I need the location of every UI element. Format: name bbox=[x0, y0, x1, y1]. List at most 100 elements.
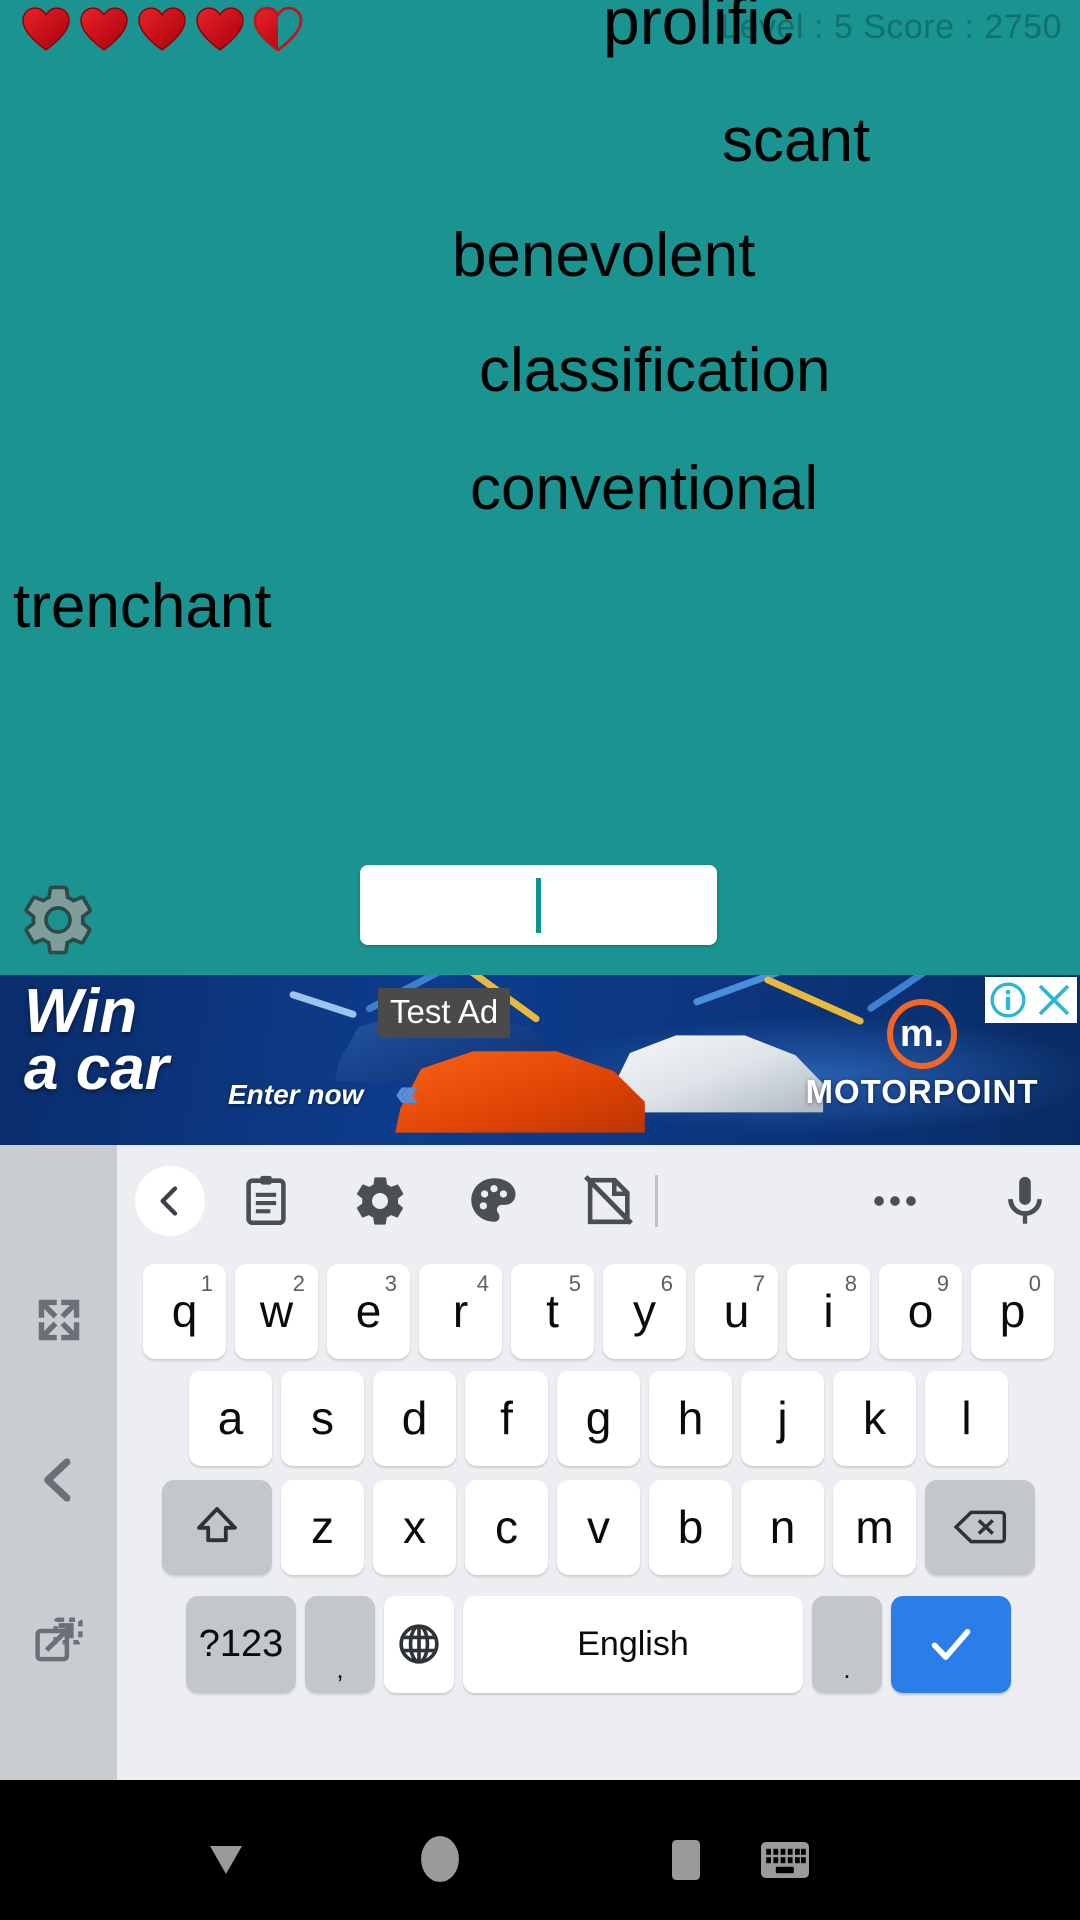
ad-decoration-stick bbox=[288, 990, 358, 1019]
toolbar-clipboard-button[interactable] bbox=[237, 1172, 295, 1230]
ad-headline-line2: a car bbox=[24, 1034, 169, 1104]
keyboard-float-button[interactable] bbox=[0, 1560, 117, 1720]
space-key[interactable]: English bbox=[463, 1595, 803, 1693]
chevron-left-icon bbox=[43, 1458, 70, 1502]
key-p[interactable]: 0 p bbox=[971, 1263, 1054, 1359]
key-label: v bbox=[587, 1501, 610, 1553]
symbols-key[interactable]: ?123 bbox=[186, 1595, 296, 1693]
palette-icon bbox=[471, 1178, 516, 1222]
key-label: s bbox=[311, 1392, 334, 1444]
key-label: h bbox=[677, 1392, 704, 1444]
keyboard-resize-button[interactable] bbox=[0, 1240, 117, 1400]
test-ad-label: Test Ad bbox=[378, 988, 511, 1038]
key-label: . bbox=[843, 1653, 851, 1684]
heart-icon bbox=[138, 7, 186, 51]
key-n[interactable]: n bbox=[741, 1479, 824, 1575]
key-superscript: 9 bbox=[936, 1270, 949, 1296]
key-m[interactable]: m bbox=[833, 1479, 916, 1575]
period-key[interactable]: . bbox=[812, 1595, 882, 1693]
key-label: i bbox=[823, 1285, 834, 1337]
nav-back-button[interactable] bbox=[196, 1830, 256, 1890]
heart-icon bbox=[196, 7, 244, 51]
key-label: e bbox=[355, 1285, 382, 1337]
key-h[interactable]: h bbox=[649, 1370, 732, 1466]
shift-up-arrow-icon bbox=[197, 1507, 237, 1543]
key-i[interactable]: 8 i bbox=[787, 1263, 870, 1359]
ad-cta-text: Enter now bbox=[228, 1079, 364, 1110]
key-label: p bbox=[999, 1285, 1026, 1337]
ad-chevrons: ‹‹‹ bbox=[395, 1071, 419, 1115]
key-label: f bbox=[500, 1392, 513, 1444]
key-b[interactable]: b bbox=[649, 1479, 732, 1575]
info-icon bbox=[990, 982, 1026, 1018]
key-o[interactable]: 9 o bbox=[879, 1263, 962, 1359]
key-x[interactable]: x bbox=[373, 1479, 456, 1575]
key-u[interactable]: 7 u bbox=[695, 1263, 778, 1359]
keyboard-side-panel bbox=[0, 1145, 117, 1780]
key-d[interactable]: d bbox=[373, 1370, 456, 1466]
shift-key[interactable] bbox=[162, 1479, 272, 1575]
circle-icon bbox=[417, 1832, 463, 1886]
key-label: n bbox=[769, 1501, 796, 1553]
key-label: u bbox=[723, 1285, 750, 1337]
key-s[interactable]: s bbox=[281, 1370, 364, 1466]
key-e[interactable]: 3 e bbox=[327, 1263, 410, 1359]
nav-recents-button[interactable] bbox=[656, 1830, 716, 1890]
key-r[interactable]: 4 r bbox=[419, 1263, 502, 1359]
keyboard-main: 1 q 2 w 3 e 4 r 5 t 6 y 7 u 8 i 9 o 0 p … bbox=[117, 1145, 1080, 1780]
language-key[interactable] bbox=[384, 1595, 454, 1693]
ad-close-button[interactable] bbox=[1031, 977, 1077, 1023]
toolbar-settings-button[interactable] bbox=[351, 1172, 409, 1230]
falling-word: trenchant bbox=[13, 572, 272, 641]
key-label: z bbox=[311, 1501, 334, 1553]
falling-word: scant bbox=[722, 106, 871, 175]
ad-banner[interactable]: Win a car Enter now ‹‹‹ m. MOTORPOINT bbox=[0, 975, 1080, 1145]
toolbar-sticker-off-button[interactable] bbox=[579, 1172, 637, 1230]
key-label: b bbox=[677, 1501, 704, 1553]
key-v[interactable]: v bbox=[557, 1479, 640, 1575]
keyboard-row-1: 1 q 2 w 3 e 4 r 5 t 6 y 7 u 8 i 9 o 0 p bbox=[117, 1257, 1080, 1361]
nav-keyboard-switch-button[interactable] bbox=[754, 1830, 816, 1890]
keyboard-row-2: a s d f g h j k l bbox=[117, 1361, 1080, 1466]
key-l[interactable]: l bbox=[925, 1370, 1008, 1466]
heart-icon bbox=[80, 7, 128, 51]
nav-home-button[interactable] bbox=[410, 1826, 470, 1892]
key-superscript: 0 bbox=[1028, 1270, 1041, 1296]
key-y[interactable]: 6 y bbox=[603, 1263, 686, 1359]
key-superscript: 6 bbox=[660, 1270, 673, 1296]
key-label: w bbox=[259, 1285, 294, 1337]
microphone-icon bbox=[1008, 1176, 1042, 1224]
lives-indicator bbox=[20, 6, 304, 52]
falling-word: prolific bbox=[603, 0, 794, 58]
heart-half-icon bbox=[253, 6, 303, 52]
key-z[interactable]: z bbox=[281, 1479, 364, 1575]
sticker-off-icon bbox=[584, 1175, 633, 1225]
toolbar-theme-button[interactable] bbox=[465, 1172, 523, 1230]
ad-info-button[interactable] bbox=[985, 977, 1031, 1023]
key-t[interactable]: 5 t bbox=[511, 1263, 594, 1359]
backspace-key[interactable] bbox=[925, 1479, 1035, 1575]
enter-key[interactable] bbox=[891, 1595, 1011, 1693]
toolbar-back-button[interactable] bbox=[135, 1166, 205, 1236]
toolbar-more-button[interactable] bbox=[866, 1172, 924, 1230]
key-label: d bbox=[401, 1392, 428, 1444]
key-a[interactable]: a bbox=[189, 1370, 272, 1466]
expand-arrows-icon bbox=[38, 1299, 79, 1341]
key-g[interactable]: g bbox=[557, 1370, 640, 1466]
key-w[interactable]: 2 w bbox=[235, 1263, 318, 1359]
toolbar-voice-button[interactable] bbox=[996, 1172, 1054, 1230]
key-q[interactable]: 1 q bbox=[143, 1263, 226, 1359]
keyboard-back-button[interactable] bbox=[0, 1400, 117, 1560]
key-label: x bbox=[403, 1501, 426, 1553]
key-k[interactable]: k bbox=[833, 1370, 916, 1466]
comma-key[interactable]: , bbox=[305, 1595, 375, 1693]
key-superscript: 8 bbox=[844, 1270, 857, 1296]
key-c[interactable]: c bbox=[465, 1479, 548, 1575]
answer-input[interactable] bbox=[360, 865, 717, 945]
settings-button[interactable] bbox=[18, 880, 98, 960]
key-j[interactable]: j bbox=[741, 1370, 824, 1466]
key-label: o bbox=[907, 1285, 934, 1337]
key-label: a bbox=[217, 1392, 244, 1444]
key-f[interactable]: f bbox=[465, 1370, 548, 1466]
falling-word: classification bbox=[479, 336, 831, 405]
